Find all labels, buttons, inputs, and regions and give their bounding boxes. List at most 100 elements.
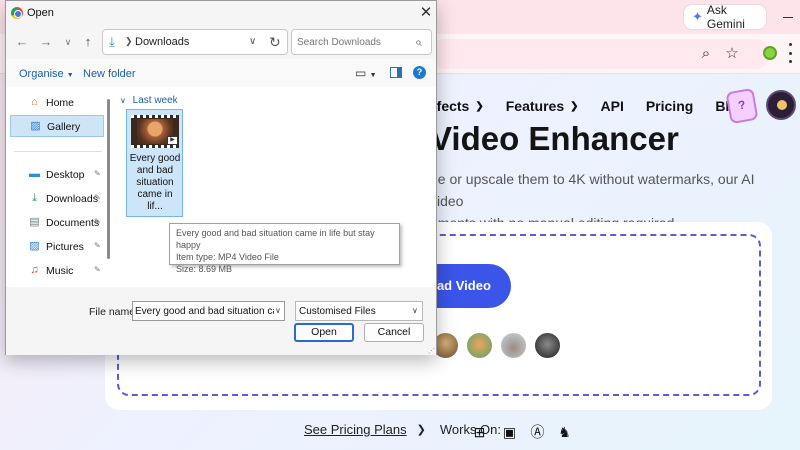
file-type-value: Customised Files bbox=[299, 306, 376, 317]
nav-effects-label: ffects bbox=[432, 98, 470, 114]
resize-grip-icon[interactable]: ⋰ bbox=[428, 347, 435, 355]
file-name-line: Every good bbox=[129, 153, 181, 164]
finder-icon: ▣ bbox=[502, 424, 517, 440]
chevron-down-icon: ❯ bbox=[475, 100, 484, 112]
chevron-down-icon[interactable]: ∨ bbox=[249, 36, 256, 47]
file-name-line: came in lif... bbox=[137, 189, 173, 212]
group-header[interactable]: ∨ Last week bbox=[120, 95, 178, 106]
dialog-command-bar: Organise ▼ New folder ▭ ▼ ? bbox=[6, 59, 436, 87]
avatar[interactable] bbox=[766, 90, 796, 120]
sidebar-item-label: Pictures bbox=[46, 241, 84, 253]
nav-api[interactable]: API bbox=[601, 98, 624, 114]
view-options-icon[interactable]: ▭ ▼ bbox=[355, 66, 377, 80]
path-label: Downloads bbox=[135, 36, 190, 48]
sidebar-item-home[interactable]: ⌂ Home bbox=[10, 92, 104, 114]
sidebar-item-label: Documents bbox=[46, 217, 100, 229]
refresh-icon[interactable]: ↻ bbox=[269, 34, 281, 51]
app-store-icon: Ⓐ bbox=[530, 424, 545, 440]
pin-icon: ✎ bbox=[94, 217, 101, 226]
pin-icon: ✎ bbox=[94, 265, 101, 274]
file-item[interactable]: ▶ Every good and bad situation came in l… bbox=[126, 109, 183, 217]
dialog-title: Open bbox=[27, 7, 54, 19]
chrome-logo-icon bbox=[11, 7, 23, 19]
chevron-down-icon[interactable]: ∨ bbox=[275, 306, 281, 315]
up-arrow-icon[interactable]: ↑ bbox=[80, 34, 96, 50]
cancel-button[interactable]: Cancel bbox=[364, 323, 424, 342]
close-icon[interactable]: ✕ bbox=[416, 3, 436, 23]
help-icon[interactable]: ? bbox=[413, 66, 426, 79]
desktop-icon: ▬ bbox=[29, 168, 40, 180]
file-name-field[interactable]: Every good and bad situation came in lif… bbox=[132, 301, 285, 321]
film-strip bbox=[131, 145, 179, 148]
back-arrow-icon[interactable]: ← bbox=[14, 34, 30, 50]
new-folder-button[interactable]: New folder bbox=[83, 68, 136, 80]
chevron-down-icon: ∨ bbox=[412, 306, 418, 315]
video-file-badge-icon: ▶ bbox=[167, 136, 178, 145]
gallery-icon: ▨ bbox=[30, 120, 41, 132]
preview-pane-icon[interactable] bbox=[390, 67, 402, 78]
search-placeholder: Search Downloads bbox=[297, 37, 381, 48]
file-tooltip: Every good and bad situation came in lif… bbox=[169, 223, 400, 274]
tooltip-filename: Every good and bad situation came in lif… bbox=[176, 228, 375, 250]
see-pricing-link[interactable]: See Pricing Plans bbox=[304, 422, 407, 437]
dialog-footer: File name: Every good and bad situation … bbox=[6, 287, 436, 355]
ask-gemini-button[interactable]: ✦ Ask Gemini bbox=[684, 3, 766, 31]
file-name-field-label: File name: bbox=[89, 306, 139, 318]
search-input[interactable]: Search Downloads ⌕ bbox=[291, 29, 432, 55]
zoom-icon[interactable]: ⌕ bbox=[696, 44, 716, 64]
sidebar-item-label: Home bbox=[46, 97, 75, 109]
group-header-label: Last week bbox=[132, 95, 178, 106]
open-file-dialog: Open ✕ ← → ∨ ↑ ⤓ ❯ Downloads ∨ ↻ Search … bbox=[5, 0, 437, 355]
organise-label: Organise bbox=[19, 68, 64, 80]
nav-features-label: Features bbox=[505, 98, 565, 114]
pin-icon: ✎ bbox=[94, 193, 101, 202]
dialog-navbar: ← → ∨ ↑ ⤓ ❯ Downloads ∨ ↻ Search Downloa… bbox=[6, 25, 436, 59]
tooltip-size: Size: 8.69 MB bbox=[176, 264, 233, 274]
hero-subtitle-line1: ee or upscale them to 4K without waterma… bbox=[430, 171, 755, 209]
bookmark-star-icon[interactable]: ☆ bbox=[722, 44, 742, 64]
extension-icon[interactable] bbox=[763, 46, 777, 60]
sidebar-item-downloads[interactable]: ⤓ Downloads ✎ bbox=[10, 188, 104, 210]
address-path[interactable]: ⤓ ❯ Downloads ∨ ↻ bbox=[102, 29, 288, 55]
sidebar-item-music[interactable]: ♫ Music ✎ bbox=[10, 260, 104, 282]
forward-arrow-icon[interactable]: → bbox=[38, 34, 54, 50]
pin-icon: ✎ bbox=[94, 169, 101, 178]
nav-pricing[interactable]: Pricing bbox=[646, 98, 693, 114]
nav-effects[interactable]: ffects ❯ bbox=[432, 98, 484, 114]
sample-video-thumb[interactable] bbox=[465, 331, 494, 360]
file-type-select[interactable]: Customised Files ∨ bbox=[295, 301, 423, 321]
sidebar-item-label: Desktop bbox=[46, 169, 85, 181]
file-name-line: and bad bbox=[136, 165, 174, 176]
ask-gemini-label: Ask Gemini bbox=[706, 3, 745, 31]
sidebar-item-documents[interactable]: ▤ Documents ✎ bbox=[10, 212, 104, 234]
dropdown-arrow-icon: ▼ bbox=[66, 72, 74, 79]
page-title: Video Enhancer bbox=[430, 120, 679, 157]
promo-badge-icon[interactable]: ? bbox=[725, 87, 759, 125]
recent-locations-chevron-icon[interactable]: ∨ bbox=[60, 34, 76, 50]
nav-pricing-label: Pricing bbox=[645, 98, 694, 114]
address-bar[interactable] bbox=[430, 39, 770, 69]
site-navigation: ffects ❯ Features ❯ API Pricing Blog bbox=[432, 96, 746, 116]
browser-menu-icon[interactable] bbox=[789, 43, 793, 63]
nav-api-label: API bbox=[600, 98, 624, 114]
downloads-icon: ⤓ bbox=[32, 192, 37, 204]
file-name-line: situation bbox=[136, 177, 174, 188]
open-button[interactable]: Open bbox=[294, 323, 354, 342]
sample-video-thumb[interactable] bbox=[533, 331, 562, 360]
minimize-window-icon[interactable] bbox=[781, 9, 800, 25]
dialog-sidebar: ⌂ Home ▨ Gallery ▬ Desktop ✎ ⤓ Downloads… bbox=[6, 87, 110, 287]
organise-menu[interactable]: Organise ▼ bbox=[19, 68, 74, 80]
sidebar-item-desktop[interactable]: ▬ Desktop ✎ bbox=[10, 164, 104, 186]
sample-video-thumb[interactable] bbox=[499, 331, 528, 360]
nav-features[interactable]: Features ❯ bbox=[506, 98, 579, 114]
collapse-chevron-icon: ∨ bbox=[120, 96, 126, 105]
chevron-down-icon: ❯ bbox=[570, 100, 579, 112]
music-icon: ♫ bbox=[30, 264, 39, 276]
chevron-right-icon: ❯ bbox=[125, 36, 133, 46]
file-name-value: Every good and bad situation came in lif… bbox=[135, 306, 274, 317]
sidebar-item-gallery[interactable]: ▨ Gallery bbox=[10, 115, 104, 137]
sidebar-item-pictures[interactable]: ▨ Pictures ✎ bbox=[10, 236, 104, 258]
pin-icon: ✎ bbox=[94, 241, 101, 250]
chevron-right-icon: ❯ bbox=[416, 424, 426, 436]
sidebar-item-label: Music bbox=[46, 265, 74, 277]
